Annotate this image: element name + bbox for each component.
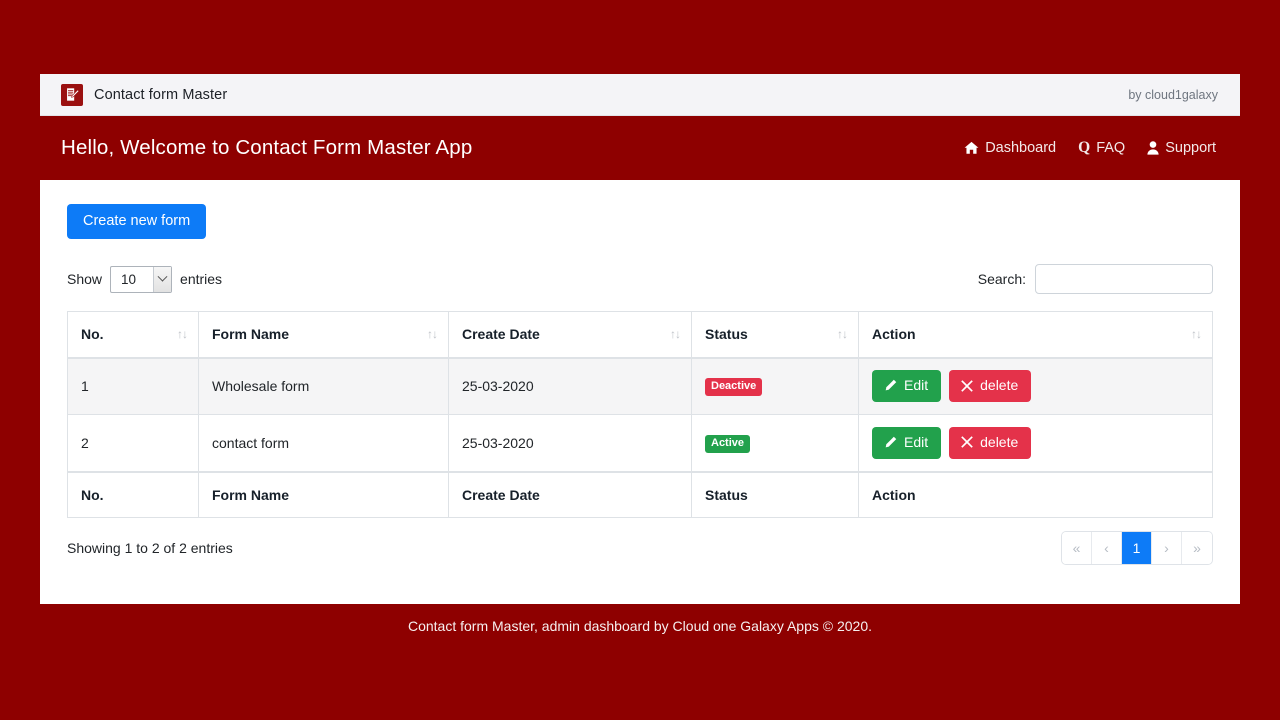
footer-header-form-name: Form Name — [199, 472, 449, 518]
status-badge: Deactive — [705, 378, 762, 396]
column-header-label: Form Name — [212, 326, 289, 342]
cell-action: Edit delete — [859, 358, 1213, 415]
create-new-form-button[interactable]: Create new form — [67, 204, 206, 239]
pencil-icon — [884, 379, 897, 392]
column-header-action[interactable]: Action ↑↓ — [859, 312, 1213, 358]
nav-link-label: Support — [1165, 140, 1216, 156]
row-actions: Edit delete — [872, 427, 1199, 459]
footer-header-no: No. — [68, 472, 199, 518]
edit-button-label: Edit — [904, 378, 928, 393]
pagination-next-button[interactable]: › — [1152, 532, 1182, 564]
column-header-label: No. — [81, 326, 104, 342]
nav-link-label: Dashboard — [985, 140, 1056, 156]
edit-button-label: Edit — [904, 435, 928, 450]
pagination-previous-button[interactable]: ‹ — [1092, 532, 1122, 564]
sort-icon: ↑↓ — [670, 328, 680, 340]
table-row: 2 contact form 25-03-2020 Active — [68, 415, 1213, 472]
forms-table: No. ↑↓ Form Name ↑↓ Create Date ↑↓ Statu… — [67, 311, 1213, 518]
datatable-info: Showing 1 to 2 of 2 entries — [67, 540, 233, 556]
table-head: No. ↑↓ Form Name ↑↓ Create Date ↑↓ Statu… — [68, 312, 1213, 358]
column-header-status[interactable]: Status ↑↓ — [692, 312, 859, 358]
search-input[interactable] — [1035, 264, 1213, 294]
sort-icon: ↑↓ — [837, 328, 847, 340]
brand[interactable]: Contact form Master — [61, 84, 227, 106]
nav-link-support[interactable]: Support — [1147, 140, 1216, 156]
entries-label: entries — [180, 271, 222, 287]
close-x-icon — [961, 380, 973, 392]
cell-status: Deactive — [692, 358, 859, 415]
entries-select-wrapper: 10 25 50 100 — [110, 266, 172, 293]
page-title: Hello, Welcome to Contact Form Master Ap… — [61, 136, 472, 160]
delete-button-label: delete — [980, 378, 1018, 393]
pagination-last-button[interactable]: » — [1182, 532, 1212, 564]
pagination-first-button[interactable]: « — [1062, 532, 1092, 564]
column-header-label: Create Date — [462, 326, 540, 342]
cell-action: Edit delete — [859, 415, 1213, 472]
app-footer: Contact form Master, admin dashboard by … — [40, 604, 1240, 648]
table-foot: No. Form Name Create Date Status Action — [68, 472, 1213, 518]
status-badge: Active — [705, 435, 750, 453]
close-x-icon — [961, 436, 973, 448]
form-document-pencil-icon — [61, 84, 83, 106]
cell-status: Active — [692, 415, 859, 472]
table-row: 1 Wholesale form 25-03-2020 Deactive — [68, 358, 1213, 415]
cell-form-name: contact form — [199, 415, 449, 472]
cell-no: 1 — [68, 358, 199, 415]
sort-icon: ↑↓ — [427, 328, 437, 340]
datatable-bottom: Showing 1 to 2 of 2 entries « ‹ 1 › » — [67, 531, 1213, 565]
table-body: 1 Wholesale form 25-03-2020 Deactive — [68, 358, 1213, 472]
row-actions: Edit delete — [872, 370, 1199, 402]
cell-form-name: Wholesale form — [199, 358, 449, 415]
table-header-row: No. ↑↓ Form Name ↑↓ Create Date ↑↓ Statu… — [68, 312, 1213, 358]
cell-create-date: 25-03-2020 — [449, 358, 692, 415]
question-q-icon: Q — [1078, 140, 1090, 156]
table-footer-row: No. Form Name Create Date Status Action — [68, 472, 1213, 518]
sort-icon: ↑↓ — [1191, 328, 1201, 340]
search-label: Search: — [978, 271, 1026, 287]
column-header-no[interactable]: No. ↑↓ — [68, 312, 199, 358]
nav-link-dashboard[interactable]: Dashboard — [964, 140, 1056, 156]
navbar-links: Dashboard Q FAQ Support — [964, 140, 1216, 156]
sort-icon: ↑↓ — [177, 328, 187, 340]
column-header-label: Status — [705, 326, 748, 342]
app-card: Contact form Master by cloud1galaxy Hell… — [40, 74, 1240, 648]
footer-header-create-date: Create Date — [449, 472, 692, 518]
pencil-icon — [884, 436, 897, 449]
edit-button[interactable]: Edit — [872, 370, 941, 402]
content-area: Create new form Show 10 25 50 100 entrie… — [40, 180, 1240, 604]
delete-button[interactable]: delete — [949, 427, 1031, 459]
datatable-filter: Search: — [978, 264, 1213, 294]
delete-button-label: delete — [980, 435, 1018, 450]
footer-header-action: Action — [859, 472, 1213, 518]
datatable-controls: Show 10 25 50 100 entries Search: — [67, 264, 1213, 294]
pagination-page-1-button[interactable]: 1 — [1122, 532, 1152, 564]
edit-button[interactable]: Edit — [872, 427, 941, 459]
cell-create-date: 25-03-2020 — [449, 415, 692, 472]
home-icon — [964, 141, 979, 155]
user-icon — [1147, 141, 1159, 155]
show-label: Show — [67, 271, 102, 287]
column-header-form-name[interactable]: Form Name ↑↓ — [199, 312, 449, 358]
nav-link-label: FAQ — [1096, 140, 1125, 156]
datatable-length: Show 10 25 50 100 entries — [67, 266, 222, 293]
top-bar: Contact form Master by cloud1galaxy — [40, 74, 1240, 116]
brand-name: Contact form Master — [94, 87, 227, 103]
pagination: « ‹ 1 › » — [1061, 531, 1213, 565]
delete-button[interactable]: delete — [949, 370, 1031, 402]
column-header-create-date[interactable]: Create Date ↑↓ — [449, 312, 692, 358]
byline: by cloud1galaxy — [1128, 88, 1218, 102]
column-header-label: Action — [872, 326, 916, 342]
cell-no: 2 — [68, 415, 199, 472]
main-navbar: Hello, Welcome to Contact Form Master Ap… — [40, 116, 1240, 180]
entries-per-page-select[interactable]: 10 25 50 100 — [110, 266, 172, 293]
nav-link-faq[interactable]: Q FAQ — [1078, 140, 1125, 156]
footer-header-status: Status — [692, 472, 859, 518]
